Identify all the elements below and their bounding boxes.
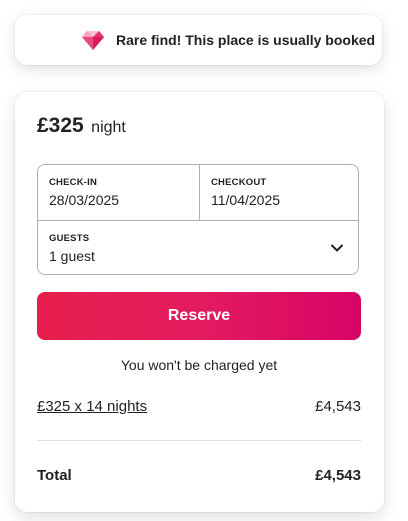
checkin-label: CHECK-IN — [49, 177, 98, 188]
no-charge-note: You won't be charged yet — [120, 357, 278, 373]
price-amount: £325 — [37, 114, 84, 137]
total-amount: £4,543 — [315, 467, 361, 484]
nights-breakdown-row: £325 x 14 nights £4,543 — [37, 398, 361, 418]
checkout-field[interactable]: CHECKOUT 11/04/2025 — [200, 165, 358, 221]
diamond-icon — [82, 31, 104, 50]
reserve-button[interactable]: Reserve — [37, 292, 361, 340]
booking-card: £325 night CHECK-IN 28/03/2025 CHECKOUT … — [15, 92, 384, 512]
checkin-field[interactable]: CHECK-IN 28/03/2025 — [38, 165, 200, 221]
checkin-value: 28/03/2025 — [49, 192, 120, 208]
price-unit: night — [91, 119, 126, 136]
divider — [37, 440, 361, 441]
total-label: Total — [37, 467, 72, 484]
guests-value: 1 guest — [49, 248, 95, 264]
guests-label: GUESTS — [49, 233, 90, 244]
nightly-price: £325 night — [37, 114, 126, 138]
checkout-value: 11/04/2025 — [211, 192, 281, 208]
nights-breakdown-link[interactable]: £325 x 14 nights — [37, 398, 147, 415]
rare-find-text: Rare find! This place is usually booked — [116, 32, 376, 48]
dates-guests-picker: CHECK-IN 28/03/2025 CHECKOUT 11/04/2025 … — [37, 164, 359, 275]
total-row: Total £4,543 — [37, 467, 361, 487]
rare-find-banner: Rare find! This place is usually booked — [15, 15, 382, 65]
chevron-down-icon[interactable] — [330, 241, 344, 255]
checkout-label: CHECKOUT — [211, 177, 267, 188]
nights-amount: £4,543 — [315, 398, 361, 415]
guests-field[interactable]: GUESTS 1 guest — [38, 221, 358, 274]
